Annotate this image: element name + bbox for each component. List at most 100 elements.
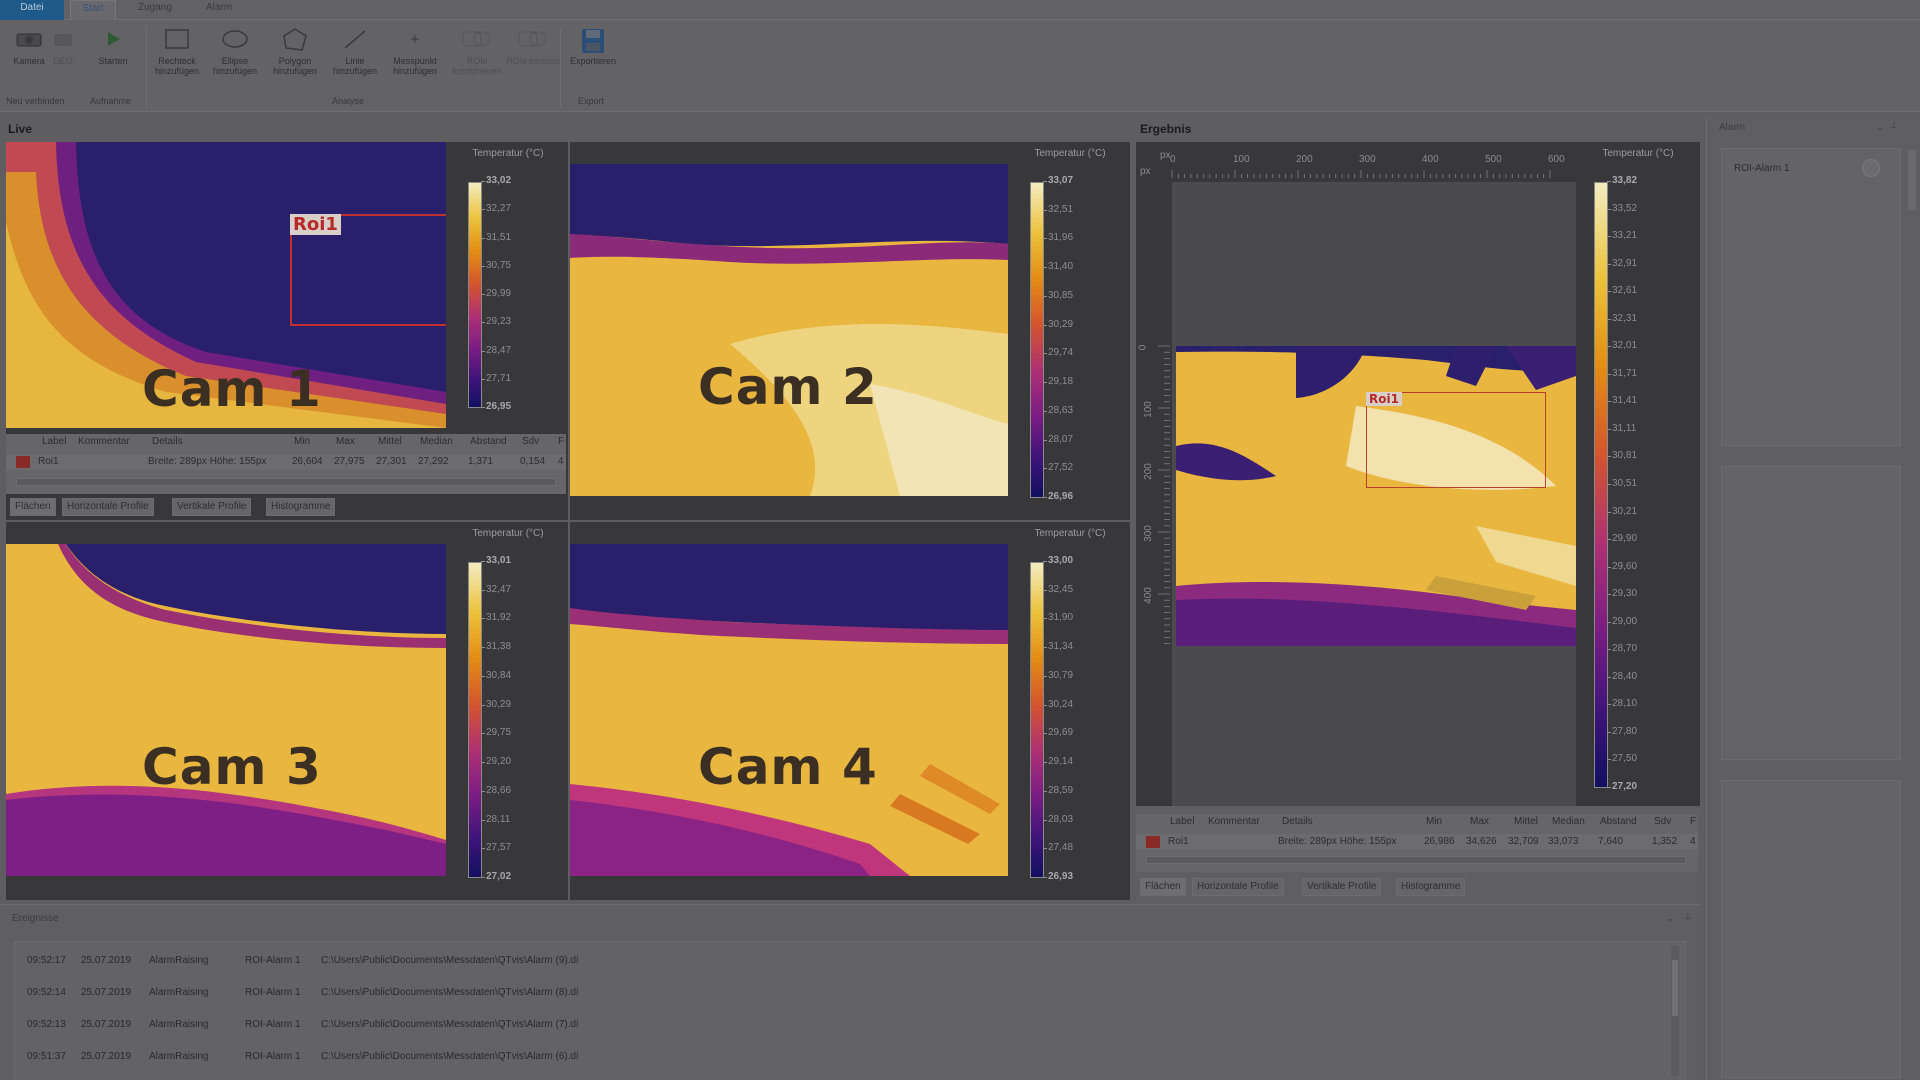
tab-histogramme[interactable]: Histogramme	[1396, 878, 1466, 896]
cam4-label: Cam 4	[698, 738, 878, 796]
event-row[interactable]: 09:52:14 25.07.2019 AlarmRaising ROI-Alarm …	[15, 984, 1685, 1004]
add-line-button[interactable]: Linie hinzufügen	[326, 26, 384, 86]
result-panel: px px Roi1 0 100 200 300 400 500 600 0 100 200 300…	[1136, 142, 1700, 902]
tab-histogramme[interactable]: Histogramme	[266, 498, 336, 516]
roi-color-swatch	[1146, 836, 1160, 848]
tab-start[interactable]: Start	[70, 0, 116, 20]
cam3-thermal-image[interactable]: Cam 3	[6, 544, 446, 876]
pin-icon[interactable]: ⊥	[1684, 911, 1692, 922]
alarm-card[interactable]: ROI-Alarm 1	[1721, 148, 1901, 446]
event-row[interactable]: 09:51:37 25.07.2019 AlarmRaising ROI-Alarm …	[15, 1048, 1685, 1068]
events-scrollbar[interactable]	[1671, 946, 1679, 1076]
scale-tick-label: 28,63	[1042, 404, 1074, 416]
polygon-icon	[266, 26, 324, 56]
scale-tick-label: 27,50	[1606, 753, 1638, 765]
event-date: 25.07.2019	[81, 987, 132, 998]
horizontal-scrollbar[interactable]	[1146, 856, 1686, 864]
scale-tick-label: 30,29	[1042, 318, 1074, 330]
tab-flaechen[interactable]: Flächen	[10, 498, 56, 516]
event-date: 25.07.2019	[81, 1019, 132, 1030]
split-rois-button[interactable]: ROIs trennen	[504, 26, 562, 86]
scale-tick-label: 28,70	[1606, 643, 1638, 655]
scale-tick-label: 28,03	[1042, 813, 1074, 825]
scale-tick-label: 30,29	[480, 698, 512, 710]
scale-tick-label: 32,91	[1606, 257, 1638, 269]
save-icon	[564, 26, 622, 56]
event-time: 09:52:17	[27, 955, 66, 966]
add-rectangle-button[interactable]: Rechteck hinzufügen	[148, 26, 206, 86]
tab-horizontale-profile[interactable]: Horizontale Profile	[62, 498, 154, 516]
table-row[interactable]: Roi1 Breite: 289px Höhe: 155px 26,986 34…	[1136, 834, 1698, 850]
line-icon	[326, 26, 384, 56]
cam4-thermal-image[interactable]: Cam 4	[570, 544, 1008, 876]
add-point-button[interactable]: Messpunkt hinzufügen	[386, 26, 444, 86]
scale-tick-label: 30,75	[480, 259, 512, 271]
event-type: AlarmRaising	[149, 1019, 209, 1030]
point-icon	[386, 26, 444, 56]
events-title: Ereignisse	[12, 913, 59, 924]
cam1-thermal-image[interactable]: Roi1 Cam 1	[6, 142, 446, 428]
cam2-scale-bar	[1030, 182, 1044, 498]
event-row[interactable]: 09:52:17 25.07.2019 AlarmRaising ROI-Alarm …	[15, 952, 1685, 972]
event-source: ROI-Alarm 1	[245, 1051, 301, 1062]
scale-tick-label: 28,10	[1606, 698, 1638, 710]
cam1-scale-bar	[468, 182, 482, 408]
scale-tick-label: 32,27	[480, 203, 512, 215]
event-source: ROI-Alarm 1	[245, 1019, 301, 1030]
ruler-ticks	[1158, 170, 1551, 644]
tab-vertikale-profile[interactable]: Vertikale Profile	[1302, 878, 1382, 896]
event-row[interactable]: 09:52:13 25.07.2019 AlarmRaising ROI-Alarm …	[15, 1016, 1685, 1036]
alarm-status-indicator	[1862, 159, 1880, 177]
pin-icon[interactable]: ⊥	[1890, 120, 1898, 131]
add-polygon-button[interactable]: Polygon hinzufügen	[266, 26, 324, 86]
scale-tick-label: 27,48	[1042, 842, 1074, 854]
tab-flaechen[interactable]: Flächen	[1140, 878, 1186, 896]
scale-tick-label: 28,47	[480, 344, 512, 356]
table-row[interactable]: Roi1 Breite: 289px Höhe: 155px 26,604 27…	[6, 454, 566, 470]
scale-tick-label: 28,66	[480, 784, 512, 796]
scale-tick-label: 30,21	[1606, 505, 1638, 517]
export-button[interactable]: Exportieren	[564, 26, 622, 86]
chevron-down-icon[interactable]: ⌄	[1666, 913, 1674, 924]
cam2-thermal-image[interactable]: Cam 2	[570, 164, 1008, 496]
scale-tick-label: 31,51	[480, 231, 512, 243]
event-type: AlarmRaising	[149, 1051, 209, 1062]
tab-vertikale-profile[interactable]: Vertikale Profile	[172, 498, 252, 516]
scale-tick-label: 28,11	[480, 813, 511, 825]
cam4-tile: Cam 4 Temperatur (°C) 33,00 32,45 31,90 31,…	[570, 522, 1130, 900]
event-path: C:\Users\Public\Documents\Messdaten\QTvi…	[321, 1019, 579, 1030]
alarm-pane: Alarm ⌄ ⊥ ROI-Alarm 1	[1706, 118, 1920, 1080]
event-time: 09:52:14	[27, 987, 66, 998]
scale-tick-label: 33,52	[1606, 202, 1638, 214]
add-ellipse-button[interactable]: Ellipse hinzufügen	[206, 26, 264, 86]
scale-tick-label: 27,80	[1606, 725, 1638, 737]
tab-datei[interactable]: Datei	[0, 0, 64, 20]
cam3-scale-bar	[468, 562, 482, 878]
tab-horizontale-profile[interactable]: Horizontale Profile	[1192, 878, 1284, 896]
result-table: Label Kommentar Details Min Max Mittel M…	[1136, 814, 1698, 872]
scale-tick-label: 29,99	[480, 288, 512, 299]
group-neu-verbinden: Neu verbinden	[6, 96, 65, 106]
tab-zugang[interactable]: Zugang	[128, 0, 182, 20]
scale-tick-label: 33,82	[1606, 175, 1638, 186]
scale-tick-label: 27,71	[480, 372, 512, 384]
scale-tick-label: 32,01	[1606, 340, 1638, 352]
event-time: 09:52:13	[27, 1019, 66, 1030]
scale-tick-label: 26,93	[1042, 871, 1074, 882]
sidebar-scrollbar[interactable]	[1908, 150, 1916, 210]
cam1-label: Cam 1	[142, 360, 322, 418]
group-export: Export	[578, 96, 605, 106]
start-button[interactable]: Starten	[84, 26, 142, 86]
cam1-tile: Roi1 Cam 1 Temperatur (°C) 33,02 32,27 31,…	[6, 142, 568, 520]
cam3-tile: Cam 3 Temperatur (°C) 33,01 32,47 31,92 31,…	[6, 522, 568, 900]
scale-tick-label: 29,18	[1042, 376, 1074, 388]
roi-color-swatch	[16, 456, 30, 468]
scale-tick-label: 32,45	[1042, 583, 1074, 595]
tab-alarm[interactable]: Alarm	[196, 0, 242, 20]
scale-tick-label: 29,90	[1606, 533, 1638, 545]
chevron-down-icon[interactable]: ⌄	[1876, 122, 1884, 133]
combine-rois-button[interactable]: ROIs kombinieren	[448, 26, 506, 86]
event-path: C:\Users\Public\Documents\Messdaten\QTvi…	[321, 955, 579, 966]
scale-tick-label: 27,20	[1606, 781, 1638, 792]
horizontal-scrollbar[interactable]	[16, 478, 556, 486]
